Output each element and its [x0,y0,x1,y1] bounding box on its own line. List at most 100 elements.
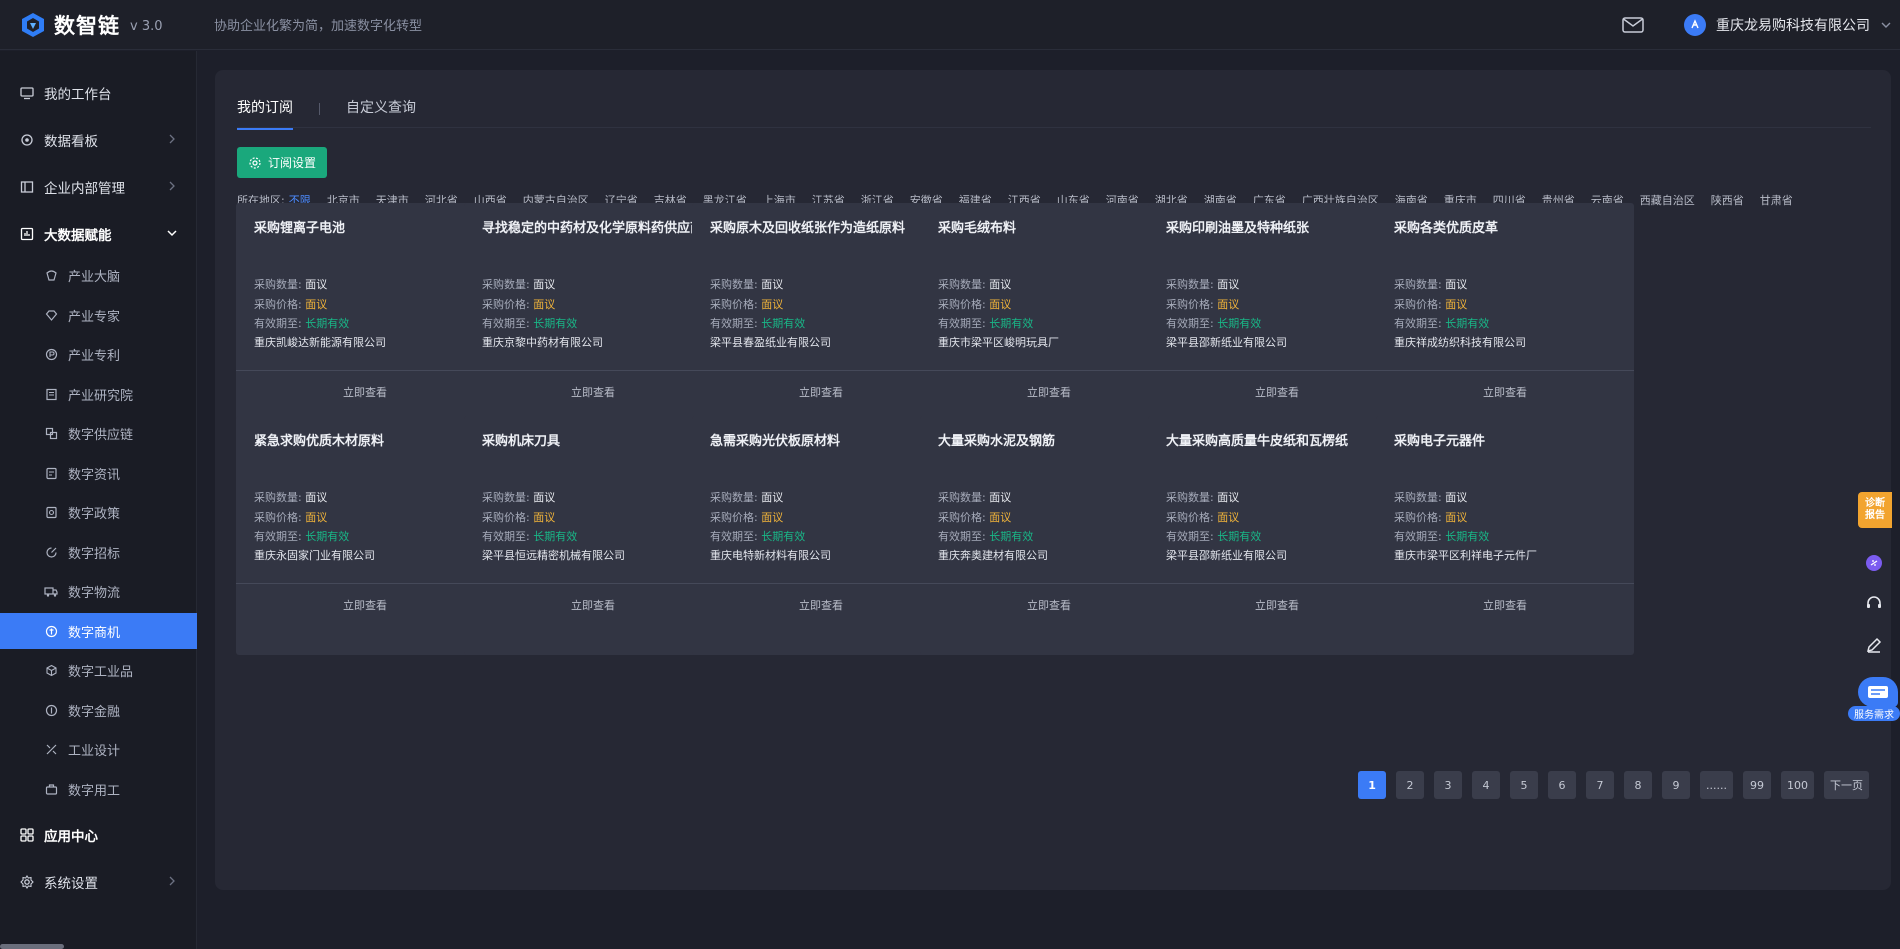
page-button[interactable]: 8 [1624,771,1653,799]
opportunity-card[interactable]: 紧急求购优质木材原料 采购数量: 面议 采购价格: 面议 有效期至: 长期有效 … [236,416,494,655]
page-button[interactable]: 4 [1472,771,1501,799]
tab-my-subscription[interactable]: 我的订阅 [237,98,293,130]
page-button[interactable]: 100 [1781,771,1814,799]
sidebar-item-news[interactable]: 数字资讯 [0,455,197,491]
card-valid-label: 有效期至: [1394,530,1442,543]
sidebar-item-industry-patent[interactable]: 产业专利 [0,336,197,372]
card-price-label: 采购价格: [1394,511,1442,524]
next-page-button[interactable]: 下一页 [1824,771,1869,799]
page-button[interactable]: 7 [1586,771,1615,799]
sidebar-item-finance[interactable]: 数字金融 [0,692,197,728]
card-valid-label: 有效期至: [710,317,758,330]
view-now-link[interactable]: 立即查看 [1376,371,1634,412]
view-now-link[interactable]: 立即查看 [236,584,494,625]
sidebar-item-opportunity[interactable]: 数字商机 [0,613,197,649]
card-company: 重庆电特新材料有限公司 [710,549,831,562]
cube-icon [44,663,58,677]
opportunity-card[interactable]: 采购机床刀具 采购数量: 面议 采购价格: 面议 有效期至: 长期有效 梁平县恒… [464,416,722,655]
opportunity-card[interactable]: 采购锂离子电池 采购数量: 面议 采购价格: 面议 有效期至: 长期有效 重庆凯… [236,203,494,442]
opportunity-card[interactable]: 采购毛绒布料 采购数量: 面议 采购价格: 面议 有效期至: 长期有效 重庆市梁… [920,203,1178,442]
sidebar-item-workbench[interactable]: 我的工作台 [0,75,197,111]
view-now-link[interactable]: 立即查看 [1148,584,1406,625]
sidebar-item-label: 应用中心 [44,829,98,845]
headset-icon[interactable] [1864,593,1884,613]
company-avatar[interactable] [1684,14,1706,36]
sidebar-item-policy[interactable]: 数字政策 [0,494,197,530]
opportunity-card[interactable]: 采购印刷油墨及特种纸张 采购数量: 面议 采购价格: 面议 有效期至: 长期有效… [1148,203,1406,442]
sidebar-item-bidding[interactable]: 数字招标 [0,534,197,570]
opportunity-icon [44,624,58,638]
sidebar-scrollbar[interactable] [0,944,64,949]
link-icon[interactable] [1864,553,1884,573]
opportunity-card[interactable]: 急需采购光伏板原材料 采购数量: 面议 采购价格: 面议 有效期至: 长期有效 … [692,416,950,655]
card-title: 采购毛绒布料 [938,221,1017,236]
region-option[interactable]: 西藏自治区 [1640,192,1695,208]
subscribe-settings-label: 订阅设置 [267,156,316,170]
page-button[interactable]: 5 [1510,771,1539,799]
sidebar-item-industry-brain[interactable]: 产业大脑 [0,257,197,293]
sidebar-item-dashboard[interactable]: 数据看板 [0,122,197,158]
region-option[interactable]: 甘肃省 [1760,192,1793,208]
view-now-link[interactable]: 立即查看 [236,371,494,412]
view-now-link[interactable]: 立即查看 [920,584,1178,625]
tab-divider [319,103,320,115]
company-logo-icon [1691,19,1699,29]
opportunity-card[interactable]: 采购原木及回收纸张作为造纸原料 采购数量: 面议 采购价格: 面议 有效期至: … [692,203,950,442]
region-option[interactable]: 陕西省 [1711,192,1744,208]
view-now-link[interactable]: 立即查看 [1148,371,1406,412]
opportunity-card[interactable]: 采购电子元器件 采购数量: 面议 采购价格: 面议 有效期至: 长期有效 重庆市… [1376,416,1634,655]
sidebar-item-label: 数字商机 [68,625,121,641]
view-now-link[interactable]: 立即查看 [692,371,950,412]
bid-icon [44,545,58,559]
sidebar-item-settings[interactable]: 系统设置 [0,864,197,900]
sidebar-item-supply-chain[interactable]: 数字供应链 [0,415,197,451]
view-now-link[interactable]: 立即查看 [920,371,1178,412]
sidebar-item-label: 数字招标 [68,546,121,562]
page-button[interactable]: 6 [1548,771,1577,799]
sidebar-item-logistics[interactable]: 数字物流 [0,573,197,609]
page-button[interactable]: 2 [1396,771,1425,799]
card-title: 采购机床刀具 [482,434,561,449]
sidebar-item-industry-expert[interactable]: 产业专家 [0,297,197,333]
opportunity-card[interactable]: 大量采购高质量牛皮纸和瓦楞纸 采购数量: 面议 采购价格: 面议 有效期至: 长… [1148,416,1406,655]
page-button[interactable]: 9 [1662,771,1691,799]
chevron-down-icon[interactable] [1880,19,1892,31]
page-button[interactable]: 3 [1434,771,1463,799]
sidebar-item-industrial-goods[interactable]: 数字工业品 [0,652,197,688]
sidebar-item-industrial-design[interactable]: 工业设计 [0,731,197,767]
page-button[interactable]: 1 [1358,771,1387,799]
sidebar-item-app-center[interactable]: 应用中心 [0,817,197,853]
subscribe-settings-button[interactable]: 订阅设置 [237,147,327,178]
sidebar-item-research-institute[interactable]: 产业研究院 [0,376,197,412]
card-valid-label: 有效期至: [254,317,302,330]
mail-icon[interactable] [1622,17,1644,33]
tab-bar: 我的订阅 自定义查询 [237,98,416,130]
view-now-link[interactable]: 立即查看 [692,584,950,625]
app-logo[interactable]: 数智链 v 3.0 [0,10,198,40]
tab-custom-query[interactable]: 自定义查询 [346,98,416,128]
sidebar-item-internal[interactable]: 企业内部管理 [0,169,197,205]
sidebar-item-employment[interactable]: 数字用工 [0,771,197,807]
service-request-button[interactable]: 服务需求 [1848,677,1900,721]
edit-icon[interactable] [1864,635,1884,655]
opportunity-card[interactable]: 大量采购水泥及钢筋 采购数量: 面议 采购价格: 面议 有效期至: 长期有效 重… [920,416,1178,655]
card-price-value: 面议 [761,298,784,311]
card-price-label: 采购价格: [1394,298,1442,311]
view-now-link[interactable]: 立即查看 [464,584,722,625]
sidebar-item-bigdata[interactable]: 大数据赋能 [0,216,197,252]
card-price-value: 面议 [761,511,784,524]
view-now-link[interactable]: 立即查看 [464,371,722,412]
view-now-link[interactable]: 立即查看 [1376,584,1634,625]
card-price-value: 面议 [989,511,1012,524]
card-company: 重庆京黎中药材有限公司 [482,336,603,349]
company-name[interactable]: 重庆龙易购科技有限公司 [1716,15,1870,35]
card-title: 大量采购水泥及钢筋 [938,434,1056,449]
card-qty-value: 面议 [1217,491,1240,504]
sidebar-item-label: 数字资讯 [68,467,121,483]
opportunity-card[interactable]: 采购各类优质皮革 采购数量: 面议 采购价格: 面议 有效期至: 长期有效 重庆… [1376,203,1634,442]
opportunity-card[interactable]: 寻找稳定的中药材及化学原料药供应商 采购数量: 面议 采购价格: 面议 有效期至… [464,203,722,442]
card-price: 采购价格: 面议 [938,509,1011,525]
card-title: 寻找稳定的中药材及化学原料药供应商 [482,221,704,236]
page-button[interactable]: 99 [1743,771,1771,799]
diagnosis-report-button[interactable]: 诊断 报告 [1858,492,1892,528]
